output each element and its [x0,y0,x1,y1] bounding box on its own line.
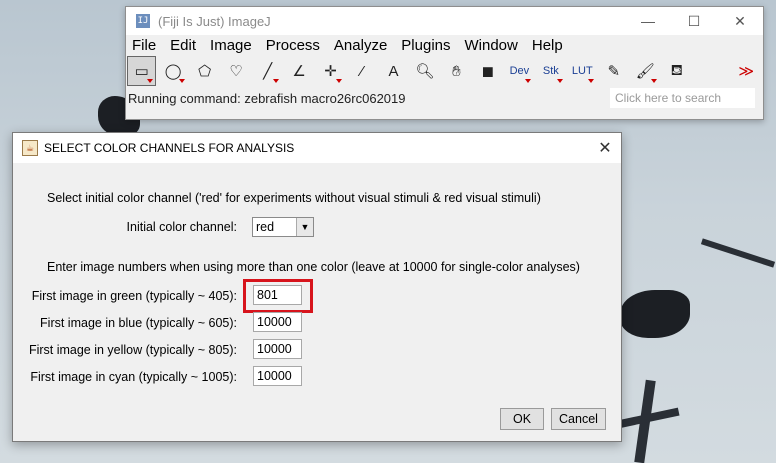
cyan-field[interactable] [253,366,302,386]
oval-tool-icon[interactable]: ◯ [158,56,187,86]
menu-analyze[interactable]: Analyze [334,37,387,54]
chevron-down-icon[interactable]: ▼ [296,218,313,236]
line-tool-icon[interactable]: ╱ [253,56,282,86]
menu-indicator-icon [336,79,343,83]
imagej-titlebar[interactable]: IJ (Fiji Is Just) ImageJ — ☐ ✕ [126,7,763,35]
menu-help[interactable]: Help [532,37,563,54]
dialog-title: SELECT COLOR CHANNELS FOR ANALYSIS [44,141,295,155]
imagej-statusbar: Running command: zebrafish macro26rc0620… [126,87,763,109]
dialog-close-button[interactable]: ✕ [589,138,621,158]
menu-window[interactable]: Window [465,37,518,54]
tree-branch [700,238,776,268]
menu-indicator-icon [588,79,595,83]
hand-tool-icon[interactable]: ✋︎ [442,56,471,86]
freehand-tool-icon[interactable]: ♡ [221,56,250,86]
menu-plugins[interactable]: Plugins [401,37,450,54]
minimize-button[interactable]: — [625,7,671,35]
pencil-tool-icon[interactable]: ✎ [599,56,628,86]
green-field[interactable] [253,285,302,305]
more-tools-icon[interactable]: ≫ [732,56,761,86]
close-window-button[interactable]: ✕ [717,7,763,35]
channel-select-value: red [256,220,275,234]
status-text: Running command: zebrafish macro26rc0620… [128,90,406,106]
instructions-text: Enter image numbers when using more than… [47,260,580,274]
zoom-tool-icon[interactable]: 🔍︎ [410,56,439,86]
empty-tool-slot[interactable] [693,56,729,86]
imagej-menubar: File Edit Image Process Analyze Plugins … [126,35,763,55]
cyan-label: First image in cyan (typically ~ 1005): [30,370,237,384]
rectangle-tool-icon[interactable]: ▭ [127,56,157,86]
wand-tool-icon[interactable]: ⁄ [347,56,376,86]
channel-select[interactable]: red ▼ [252,217,314,237]
menu-process[interactable]: Process [266,37,320,54]
green-label: First image in green (typically ~ 405): [31,289,237,303]
text-tool-icon[interactable]: A [379,56,408,86]
imagej-toolbar: ▭ ◯ ⬠ ♡ ╱ ∠ ✛ ⁄ A 🔍︎ ✋︎ ◼ Dev Stk LUT ✎ 🖌︎ ⛾ ≫ [126,55,763,87]
blue-label: First image in blue (typically ~ 605): [40,316,237,330]
menu-indicator-icon [650,79,657,83]
search-input[interactable]: Click here to search [610,88,755,108]
imagej-window: IJ (Fiji Is Just) ImageJ — ☐ ✕ File Edit… [125,6,764,120]
menu-indicator-icon [556,79,563,83]
menu-indicator-icon [178,79,185,83]
imagej-title: (Fiji Is Just) ImageJ [158,13,271,29]
maximize-button[interactable]: ☐ [671,7,717,35]
color-picker-icon[interactable]: ◼ [473,56,502,86]
polygon-tool-icon[interactable]: ⬠ [190,56,219,86]
menu-indicator-icon [273,79,280,83]
blue-field[interactable] [253,312,302,332]
menu-file[interactable]: File [132,37,156,54]
menu-indicator-icon [525,79,532,83]
cancel-button[interactable]: Cancel [551,408,606,430]
yellow-field[interactable] [253,339,302,359]
menu-edit[interactable]: Edit [170,37,196,54]
channel-label: Initial color channel: [126,220,237,234]
yellow-label: First image in yellow (typically ~ 805): [28,343,237,357]
imagej-app-icon: IJ [136,14,150,28]
dev-tool-icon[interactable]: Dev [505,56,534,86]
stk-tool-icon[interactable]: Stk [536,56,565,86]
ok-button[interactable]: OK [500,408,544,430]
flood-fill-tool-icon[interactable]: ⛾ [662,56,691,86]
menu-indicator-icon [147,79,154,83]
point-tool-icon[interactable]: ✛ [316,56,345,86]
lut-tool-icon[interactable]: LUT [568,56,597,86]
select-channels-dialog: ☕︎ SELECT COLOR CHANNELS FOR ANALYSIS ✕ … [12,132,622,442]
intro-text: Select initial color channel ('red' for … [47,191,541,205]
menu-image[interactable]: Image [210,37,252,54]
brush-tool-icon[interactable]: 🖌︎ [631,56,660,86]
crow-silhouette-right [620,290,690,338]
angle-tool-icon[interactable]: ∠ [284,56,313,86]
java-cup-icon: ☕︎ [22,140,38,156]
dialog-titlebar[interactable]: ☕︎ SELECT COLOR CHANNELS FOR ANALYSIS ✕ [13,133,621,163]
